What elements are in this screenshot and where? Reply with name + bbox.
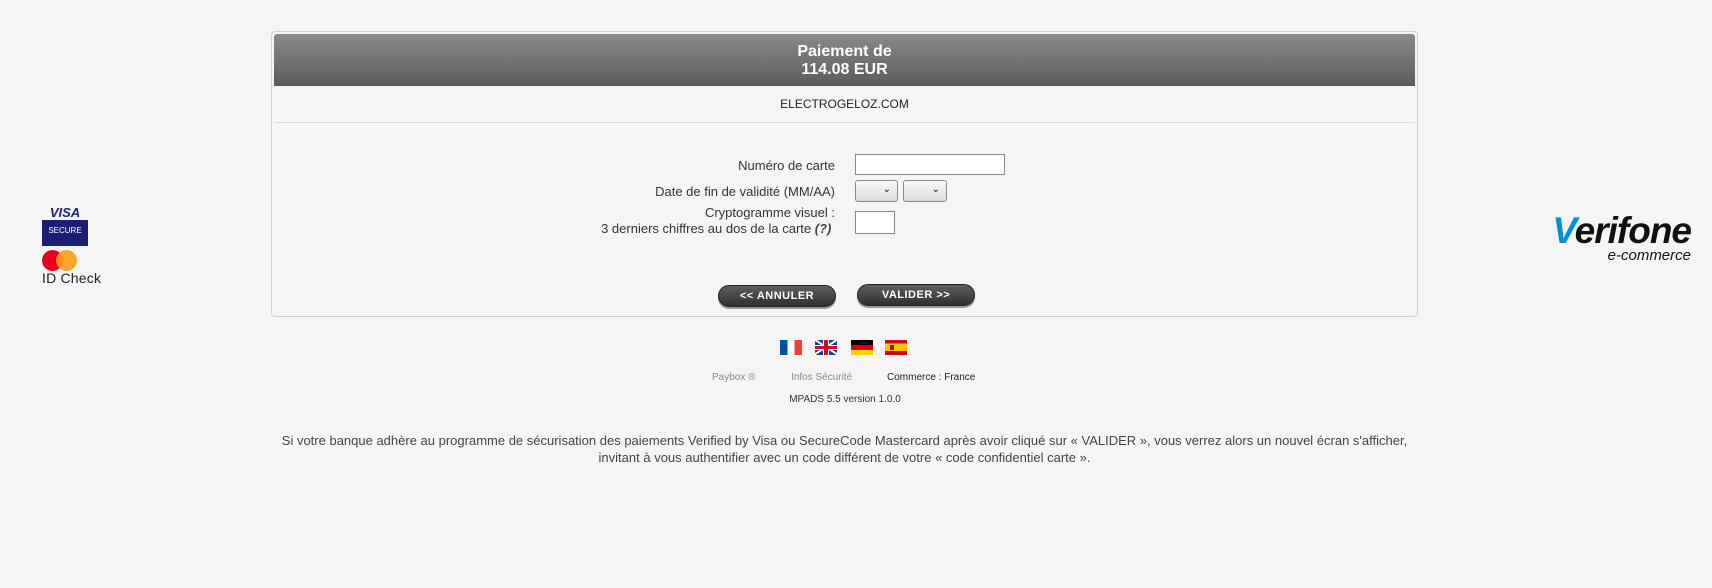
validate-button[interactable]: VALIDER >> bbox=[857, 284, 975, 306]
notice-line1: Si votre banque adhère au programme de s… bbox=[281, 433, 1408, 448]
commerce-country: Commerce : France bbox=[887, 372, 976, 383]
merchant-name: ELECTROGELOZ.COM bbox=[274, 86, 1415, 123]
security-notice: Si votre banque adhère au programme de s… bbox=[271, 432, 1418, 466]
card-scheme-logos: VISA SECURE ID Check bbox=[42, 206, 112, 285]
visa-secure-word: SECURE bbox=[48, 226, 82, 235]
chevron-down-icon: ⌄ bbox=[882, 184, 891, 195]
chevron-down-icon: ⌄ bbox=[931, 184, 940, 195]
verifone-wordmark: Verifone bbox=[1552, 210, 1692, 251]
expiry-label: Date de fin de validité (MM/AA) bbox=[655, 184, 835, 199]
verifone-logo: Verifone e-commerce bbox=[1536, 210, 1692, 264]
payment-header: Paiement de 114.08 EUR bbox=[274, 34, 1415, 86]
card-number-label: Numéro de carte bbox=[738, 158, 835, 173]
mastercard-idcheck-label: ID Check bbox=[42, 271, 102, 285]
paybox-link[interactable]: Paybox ® bbox=[712, 372, 756, 383]
notice-line2: invitant à vous authentifier avec un cod… bbox=[598, 450, 1091, 465]
flag-es-icon[interactable] bbox=[885, 340, 907, 355]
expiry-year-select[interactable]: ⌄ bbox=[903, 180, 947, 202]
payment-panel: Paiement de 114.08 EUR ELECTROGELOZ.COM … bbox=[271, 31, 1418, 317]
cancel-button[interactable]: << ANNULER bbox=[718, 285, 836, 307]
flag-de-icon[interactable] bbox=[851, 340, 873, 355]
cvv-label-line2: 3 derniers chiffres au dos de la carte bbox=[601, 221, 812, 236]
mastercard-icon bbox=[42, 250, 78, 272]
cvv-help-link[interactable]: (?) bbox=[815, 221, 832, 236]
expiry-month-select[interactable]: ⌄ bbox=[855, 180, 898, 202]
flag-en-icon[interactable] bbox=[815, 340, 837, 355]
payment-title: Paiement de bbox=[797, 43, 892, 60]
visa-word: VISA bbox=[42, 206, 88, 220]
infos-securite-link[interactable]: Infos Sécurité bbox=[791, 372, 852, 383]
payment-amount: 114.08 EUR bbox=[801, 61, 888, 78]
version-text: MPADS 5.5 version 1.0.0 bbox=[789, 394, 901, 405]
flag-fr-icon[interactable] bbox=[780, 340, 802, 355]
cvv-input[interactable] bbox=[855, 211, 895, 234]
card-form: Numéro de carte Date de fin de validité … bbox=[272, 123, 1417, 317]
card-number-input[interactable] bbox=[855, 154, 1005, 175]
cvv-label-line1: Cryptogramme visuel : bbox=[704, 205, 835, 220]
visa-secure-logo: VISA SECURE bbox=[42, 206, 88, 246]
cvv-label: Cryptogramme visuel : 3 derniers chiffre… bbox=[601, 205, 835, 237]
